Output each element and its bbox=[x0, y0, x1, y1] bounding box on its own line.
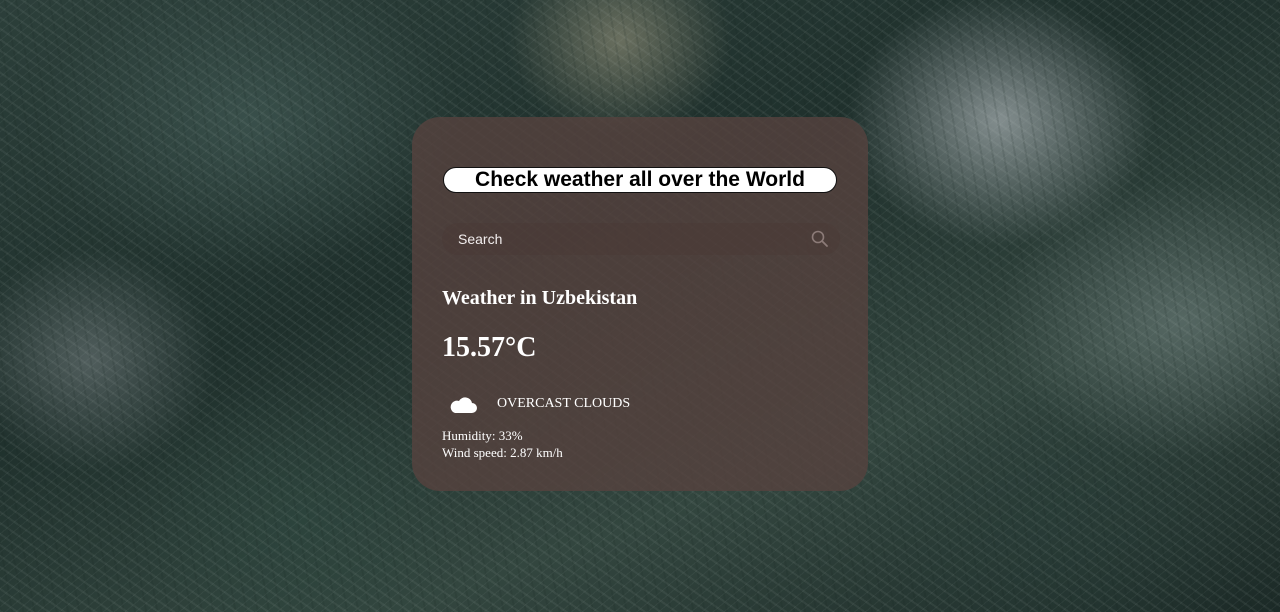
search-icon bbox=[811, 230, 828, 247]
search-input[interactable] bbox=[442, 223, 792, 255]
weather-card: Check weather all over the World Weather… bbox=[412, 117, 868, 491]
weather-description: OVERCAST CLOUDS bbox=[497, 396, 631, 411]
weather-heading: Weather in Uzbekistan bbox=[442, 287, 638, 309]
humidity-text: Humidity: 33% bbox=[442, 428, 523, 443]
app-title: Check weather all over the World bbox=[443, 167, 837, 193]
wind-speed-text: Wind speed: 2.87 km/h bbox=[442, 445, 563, 460]
cloud-icon bbox=[450, 397, 477, 413]
search-bar bbox=[442, 223, 840, 255]
temperature: 15.57°C bbox=[442, 332, 537, 363]
search-button[interactable] bbox=[810, 229, 830, 249]
